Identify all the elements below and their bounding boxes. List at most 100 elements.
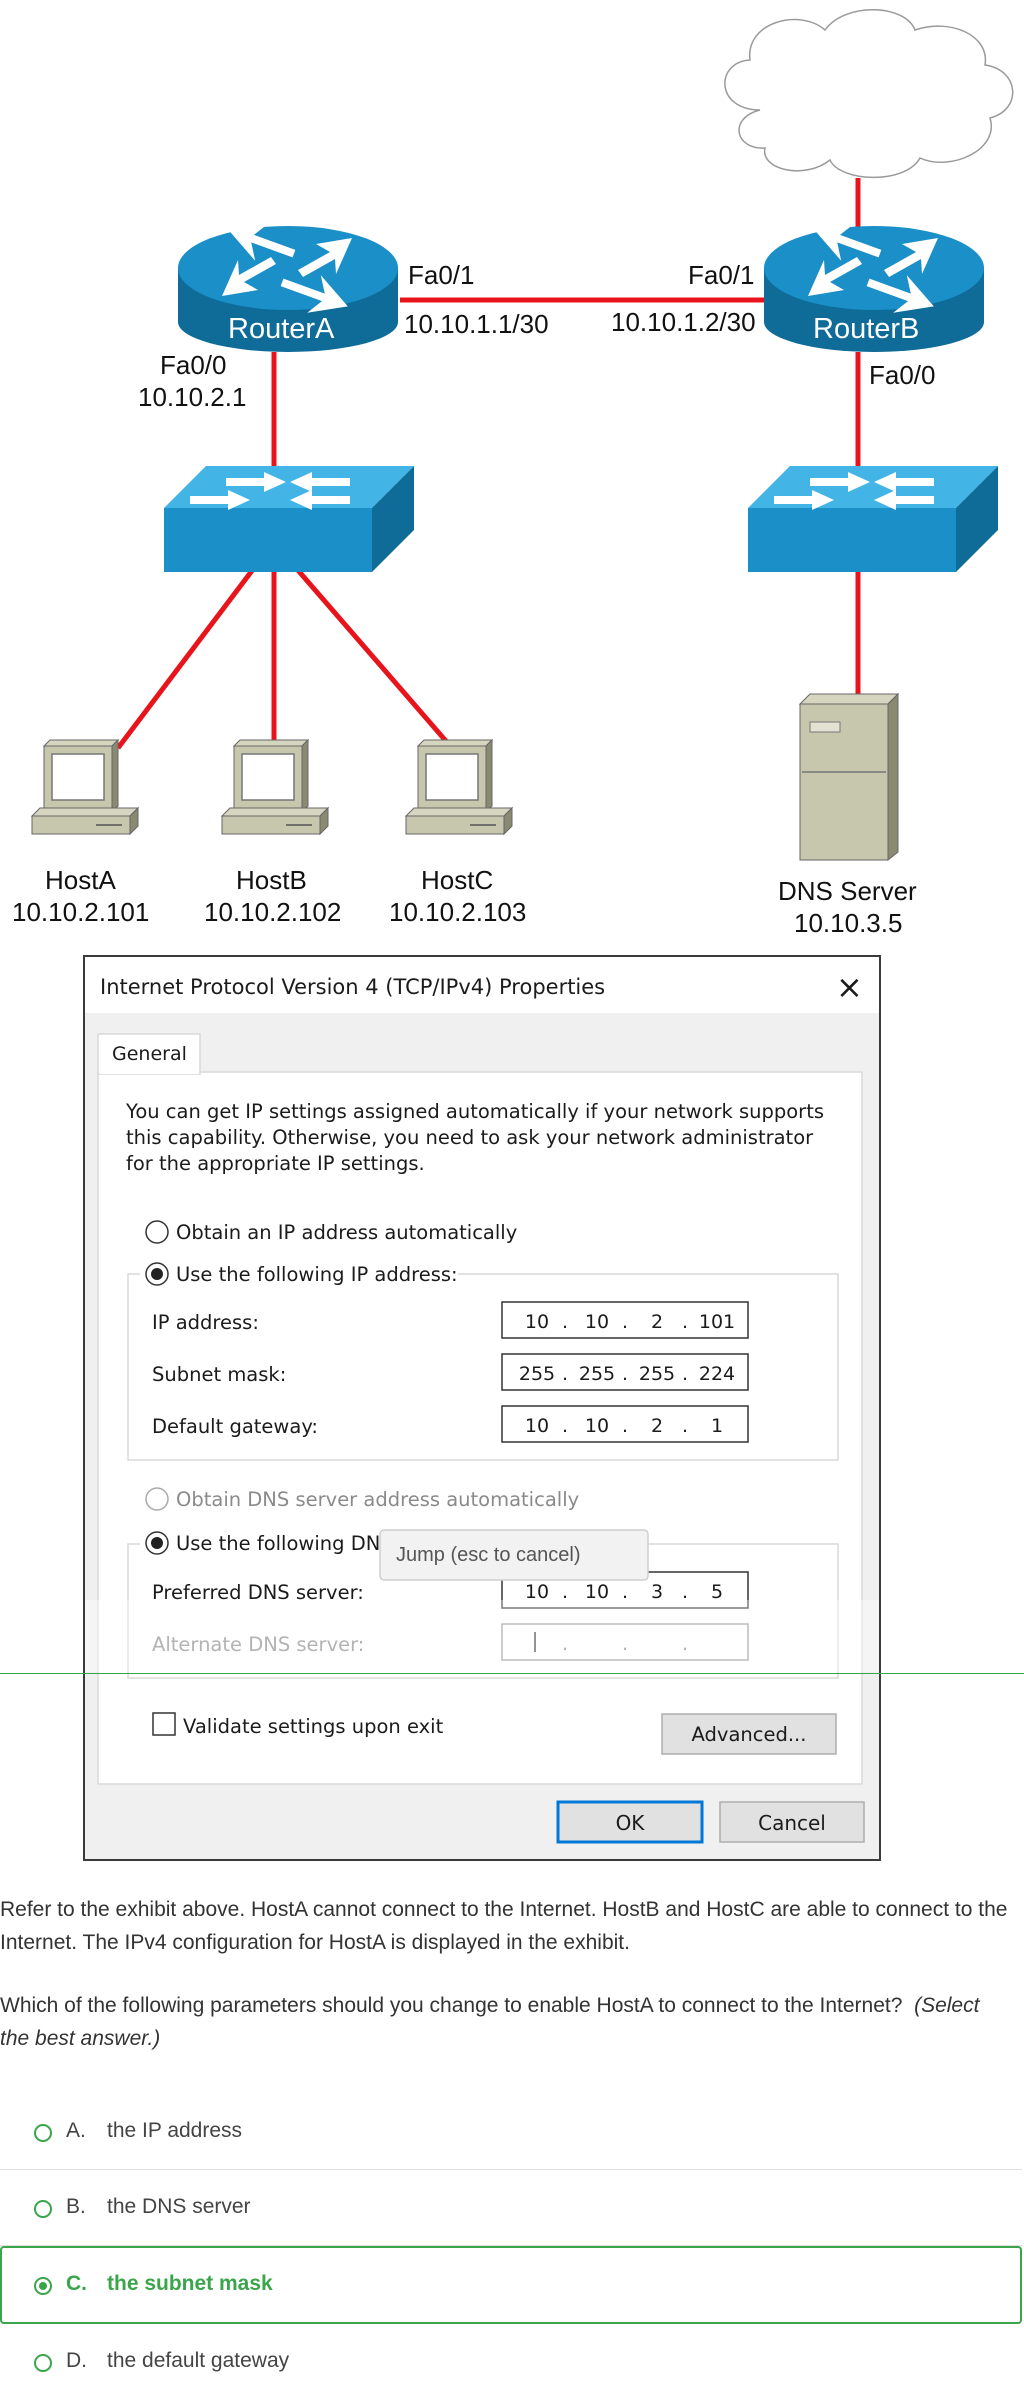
router-b-fa01-ip: 10.10.1.2/30 <box>611 307 756 337</box>
ip-address-field[interactable]: 10 . 10 . 2 . 101 <box>501 1301 749 1339</box>
subnet-mask-field[interactable]: 255 . 255 . 255 . 224 <box>501 1353 749 1391</box>
use-following-dns-label: Use the following DNS <box>176 1532 393 1555</box>
obtain-dns-auto-label: Obtain DNS server address automatically <box>176 1488 579 1511</box>
host-b-name: HostB <box>236 865 307 895</box>
ip-octet-2: 10 <box>585 1311 609 1333</box>
svg-text:.: . <box>562 1311 568 1333</box>
link-switch-hosta <box>116 566 256 750</box>
option-d-radio[interactable] <box>34 2354 52 2372</box>
option-d-text: the default gateway <box>107 2349 290 2372</box>
jump-tooltip: Jump (esc to cancel) <box>379 1529 649 1581</box>
option-d-letter: D. <box>66 2349 87 2372</box>
svg-text:.: . <box>682 1415 688 1437</box>
question-paragraph-1: Refer to the exhibit above. HostA cannot… <box>0 1898 1008 1954</box>
close-icon[interactable]: × <box>836 968 863 1006</box>
subnet-mask-label: Subnet mask: <box>152 1363 286 1386</box>
gateway-octet-4: 1 <box>711 1415 723 1437</box>
host-c-icon <box>404 738 514 836</box>
svg-text:.: . <box>622 1415 628 1437</box>
use-following-ip-label: Use the following IP address: <box>176 1263 458 1286</box>
host-b-icon <box>220 738 330 836</box>
question-text: Refer to the exhibit above. HostA cannot… <box>0 1893 1010 2085</box>
mask-octet-3: 255 <box>639 1363 675 1385</box>
dns-octet-3: 3 <box>651 1581 663 1603</box>
ip-address-label: IP address: <box>152 1311 259 1334</box>
ok-button[interactable]: OK <box>556 1800 704 1844</box>
mask-octet-1: 255 <box>519 1363 555 1385</box>
mask-octet-4: 224 <box>699 1363 735 1385</box>
svg-text:.: . <box>622 1311 628 1333</box>
default-gateway-label: Default gateway: <box>152 1415 318 1438</box>
question-prompt: Which of the following parameters should… <box>0 1994 903 2017</box>
router-a-fa01-label: Fa0/1 <box>408 260 475 290</box>
svg-text:.: . <box>682 1581 688 1603</box>
tooltip-text: Jump (esc to cancel) <box>396 1544 581 1566</box>
mask-octet-2: 255 <box>579 1363 615 1385</box>
ipv4-properties-dialog: Internet Protocol Version 4 (TCP/IPv4) P… <box>83 955 881 1861</box>
svg-text:.: . <box>562 1581 568 1603</box>
svg-text:.: . <box>622 1363 628 1385</box>
router-a-fa00-ip: 10.10.2.1 <box>138 382 246 412</box>
ip-octet-1: 10 <box>525 1311 549 1333</box>
obtain-dns-auto-radio[interactable] <box>145 1487 169 1511</box>
svg-text:.: . <box>682 1363 688 1385</box>
host-icons <box>30 738 514 836</box>
host-b-ip: 10.10.2.102 <box>204 897 341 927</box>
option-a-text: the IP address <box>107 2119 243 2142</box>
svg-text:.: . <box>682 1311 688 1333</box>
dns-octet-1: 10 <box>525 1581 549 1603</box>
question-paragraph-2: Which of the following parameters should… <box>0 1989 1010 2055</box>
router-b-name: RouterB <box>813 313 919 345</box>
router-b-fa01-label: Fa0/1 <box>688 260 755 290</box>
dns-server-ip: 10.10.3.5 <box>794 908 902 938</box>
router-a-name: RouterA <box>228 313 335 345</box>
link-switch-hostc <box>294 566 454 750</box>
cancel-button[interactable]: Cancel <box>719 1801 865 1843</box>
gateway-octet-1: 10 <box>525 1415 549 1437</box>
option-a[interactable]: A. the IP address <box>0 2094 1022 2170</box>
option-a-radio[interactable] <box>34 2124 52 2142</box>
advanced-button[interactable]: Advanced... <box>661 1713 837 1755</box>
option-c[interactable]: C. the subnet mask <box>0 2246 1022 2324</box>
option-b[interactable]: B. the DNS server <box>0 2170 1022 2246</box>
option-c-text: the subnet mask <box>107 2272 273 2295</box>
tab-general[interactable]: General <box>112 1043 187 1065</box>
dns-server-name: DNS Server <box>778 876 917 906</box>
dns-octet-2: 10 <box>585 1581 609 1603</box>
option-d[interactable]: D. the default gateway <box>0 2324 1022 2400</box>
host-a-name: HostA <box>45 865 116 895</box>
internet-cloud-icon <box>724 9 1014 179</box>
advanced-button-label: Advanced... <box>692 1723 807 1746</box>
description-line-2: this capability. Otherwise, you need to … <box>126 1126 814 1149</box>
ip-octet-3: 2 <box>651 1311 663 1333</box>
option-a-letter: A. <box>66 2119 86 2142</box>
cancel-button-label: Cancel <box>758 1811 826 1835</box>
dns-octet-4: 5 <box>711 1581 723 1603</box>
dns-server-icon <box>798 692 900 862</box>
ip-octet-4: 101 <box>699 1311 735 1333</box>
default-gateway-field[interactable]: 10 . 10 . 2 . 1 <box>501 1405 749 1443</box>
description-line-3: for the appropriate IP settings. <box>126 1152 425 1175</box>
host-a-ip: 10.10.2.101 <box>12 897 149 927</box>
svg-text:.: . <box>562 1415 568 1437</box>
host-a-icon <box>30 738 140 836</box>
router-a-fa00-label: Fa0/0 <box>160 350 227 380</box>
option-c-radio[interactable] <box>34 2277 52 2295</box>
answer-options: A. the IP address B. the DNS server C. t… <box>0 2094 1022 2400</box>
gateway-octet-3: 2 <box>651 1415 663 1437</box>
gateway-octet-2: 10 <box>585 1415 609 1437</box>
switch-a-icon <box>164 466 414 572</box>
network-exhibit: RouterA RouterB Fa0/1 10.10.1.1/30 Fa0/0… <box>12 9 1014 1861</box>
ok-button-label: OK <box>616 1811 646 1835</box>
router-b-fa00-label: Fa0/0 <box>869 360 936 390</box>
router-a-fa01-ip: 10.10.1.1/30 <box>404 309 549 339</box>
obtain-ip-auto-radio[interactable] <box>145 1220 169 1244</box>
option-b-text: the DNS server <box>107 2195 251 2218</box>
option-b-radio[interactable] <box>34 2200 52 2218</box>
host-c-name: HostC <box>421 865 493 895</box>
svg-text:.: . <box>622 1581 628 1603</box>
description-line-1: You can get IP settings assigned automat… <box>125 1100 824 1123</box>
host-c-ip: 10.10.2.103 <box>389 897 526 927</box>
switch-b-icon <box>748 466 998 572</box>
validate-checkbox[interactable] <box>152 1712 176 1736</box>
